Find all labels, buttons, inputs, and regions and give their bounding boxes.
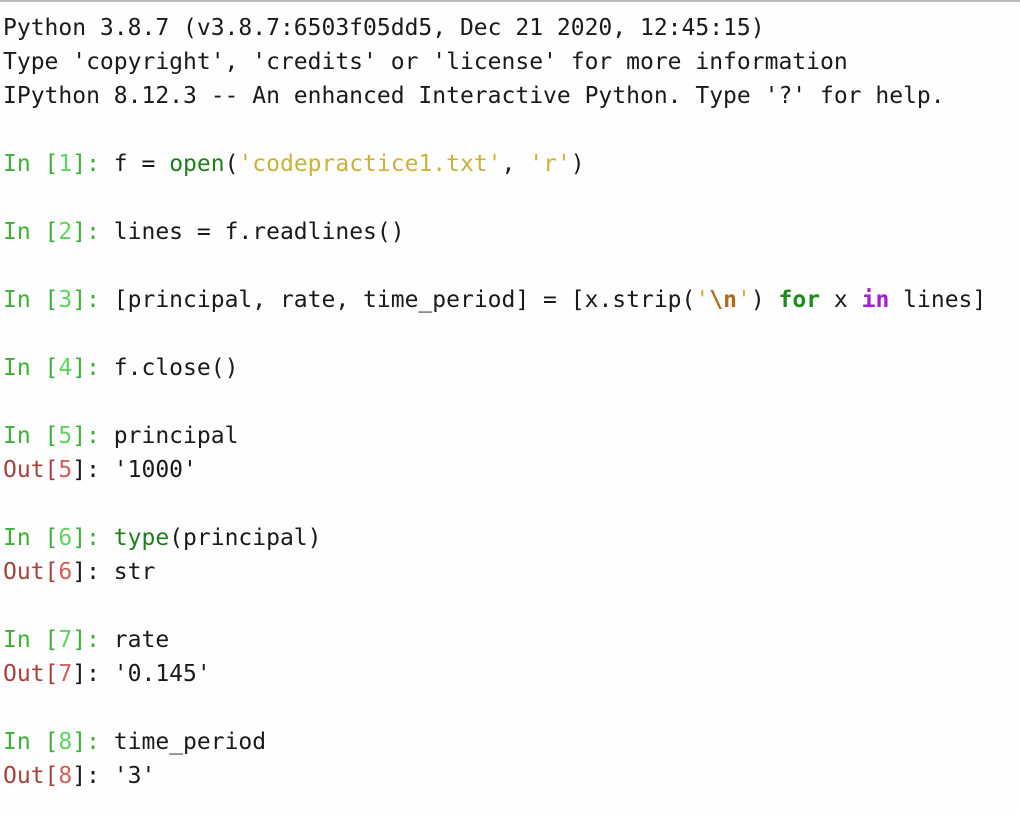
in-prompt: In [1]: [3,151,114,177]
input-line-8: In [8]: time_period [3,729,267,755]
input-line-2: In [2]: lines = f.readlines() [3,219,405,245]
out-prompt: Out[6]: [3,559,114,585]
output-line-5: Out[5]: '1000' [3,457,197,483]
input-line-4: In [4]: f.close() [3,355,239,381]
input-line-7: In [7]: rate [3,627,170,653]
input-line-1: In [1]: f = open('codepractice1.txt', 'r… [3,151,585,177]
out-prompt: Out[8]: [3,763,114,789]
output-line-8: Out[8]: '3' [3,763,156,789]
in-prompt: In [7]: [3,627,114,653]
in-prompt: In [5]: [3,423,114,449]
output-line-6: Out[6]: str [3,559,156,585]
input-line-5: In [5]: principal [3,423,239,449]
in-prompt: In [3]: [3,287,114,313]
banner-info: Type 'copyright', 'credits' or 'license'… [3,49,848,75]
banner-python-version: Python 3.8.7 (v3.8.7:6503f05dd5, Dec 21 … [3,15,765,41]
out-prompt: Out[7]: [3,661,114,687]
banner-ipython: IPython 8.12.3 -- An enhanced Interactiv… [3,83,945,109]
in-prompt: In [2]: [3,219,114,245]
input-line-6: In [6]: type(principal) [3,525,322,551]
output-line-7: Out[7]: '0.145' [3,661,211,687]
in-prompt: In [6]: [3,525,114,551]
in-prompt: In [4]: [3,355,114,381]
in-prompt: In [8]: [3,729,114,755]
input-line-3: In [3]: [principal, rate, time_period] =… [3,287,987,313]
out-prompt: Out[5]: [3,457,114,483]
ipython-console[interactable]: Python 3.8.7 (v3.8.7:6503f05dd5, Dec 21 … [0,0,1020,814]
